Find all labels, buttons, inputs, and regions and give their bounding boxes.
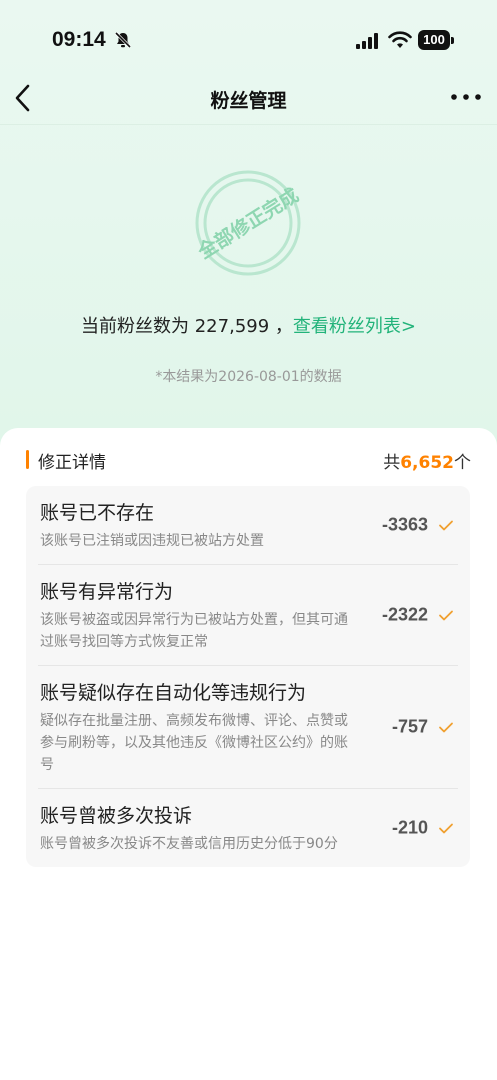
correction-details-card: 修正详情 共6,652个 账号已不存在 该账号已注销或因违规已被站方处置 -33…	[0, 428, 497, 1080]
item-title: 账号已不存在	[40, 502, 155, 524]
fan-count: 227,599	[194, 316, 270, 337]
item-description: 该账号被盗或因异常行为已被站方处置，但其可通过账号找回等方式恢复正常	[40, 612, 348, 650]
list-item: 账号疑似存在自动化等违规行为 疑似存在批量注册、高频发布微博、评论、点赞或参与刷…	[38, 666, 458, 789]
list-item: 账号曾被多次投诉 账号曾被多次投诉不友善或信用历史分低于90分 -210	[38, 789, 458, 867]
item-title: 账号疑似存在自动化等违规行为	[40, 682, 307, 704]
check-icon	[439, 823, 453, 833]
details-title: 修正详情	[38, 453, 106, 473]
nav-divider	[0, 124, 497, 125]
item-value: -3363	[381, 514, 428, 535]
check-icon	[439, 610, 453, 620]
fan-count-prefix: 当前粉丝数为	[81, 316, 195, 337]
completion-stamp: 全部修正完成	[193, 170, 303, 276]
bell-muted-icon	[114, 31, 132, 49]
check-icon	[439, 722, 453, 732]
correction-list: 账号已不存在 该账号已注销或因违规已被站方处置 -3363 账号有异常行为 该账…	[26, 486, 470, 867]
wifi-icon	[388, 31, 412, 48]
total-number: 6,652	[400, 453, 454, 473]
item-value: -2322	[381, 604, 428, 625]
status-bar: 09:14 100	[0, 0, 497, 80]
item-title: 账号有异常行为	[40, 581, 174, 603]
fan-management-page: 09:14 100 粉丝管理 全部修正完成 当前粉丝数为 227,599 ，查看…	[0, 0, 497, 1080]
item-value-group: -210	[392, 818, 454, 839]
data-date-note: *本结果为2026-08-01的数据	[155, 369, 342, 385]
list-item: 账号有异常行为 该账号被盗或因异常行为已被站方处置，但其可通过账号找回等方式恢复…	[38, 565, 458, 666]
view-fan-list-link[interactable]: 查看粉丝列表>	[293, 316, 416, 337]
item-description: 疑似存在批量注册、高频发布微博、评论、点赞或参与刷粉等，以及其他违反《微博社区公…	[40, 713, 348, 773]
status-time: 09:14	[52, 28, 106, 51]
item-value: -210	[391, 817, 428, 838]
item-description: 账号曾被多次投诉不友善或信用历史分低于90分	[40, 836, 338, 852]
accent-bar	[26, 450, 29, 469]
page-title: 粉丝管理	[210, 90, 287, 112]
total-count: 共6,652个	[383, 448, 471, 473]
list-item: 账号已不存在 该账号已注销或因违规已被站方处置 -3363	[38, 486, 458, 565]
item-value-group: -3363	[382, 515, 454, 536]
battery-level: 100	[418, 30, 450, 50]
total-suffix: 个	[454, 453, 471, 473]
stamp-text: 全部修正完成	[193, 183, 303, 263]
item-title: 账号曾被多次投诉	[40, 805, 193, 827]
item-description: 该账号已注销或因违规已被站方处置	[40, 533, 264, 549]
details-header: 修正详情 共6,652个	[26, 448, 471, 473]
fan-count-line: 当前粉丝数为 227,599 ，查看粉丝列表>	[0, 312, 497, 338]
battery-tip	[451, 37, 454, 44]
item-value-group: -2322	[382, 605, 454, 626]
item-value: -757	[391, 716, 428, 737]
cellular-signal-icon	[356, 33, 378, 49]
more-options-icon[interactable]	[450, 92, 482, 102]
check-icon	[439, 520, 453, 530]
nav-bar: 粉丝管理	[0, 74, 497, 122]
battery-indicator: 100	[418, 30, 454, 50]
total-prefix: 共	[383, 453, 401, 473]
item-value-group: -757	[392, 717, 454, 738]
fan-count-separator: ，	[269, 316, 293, 337]
